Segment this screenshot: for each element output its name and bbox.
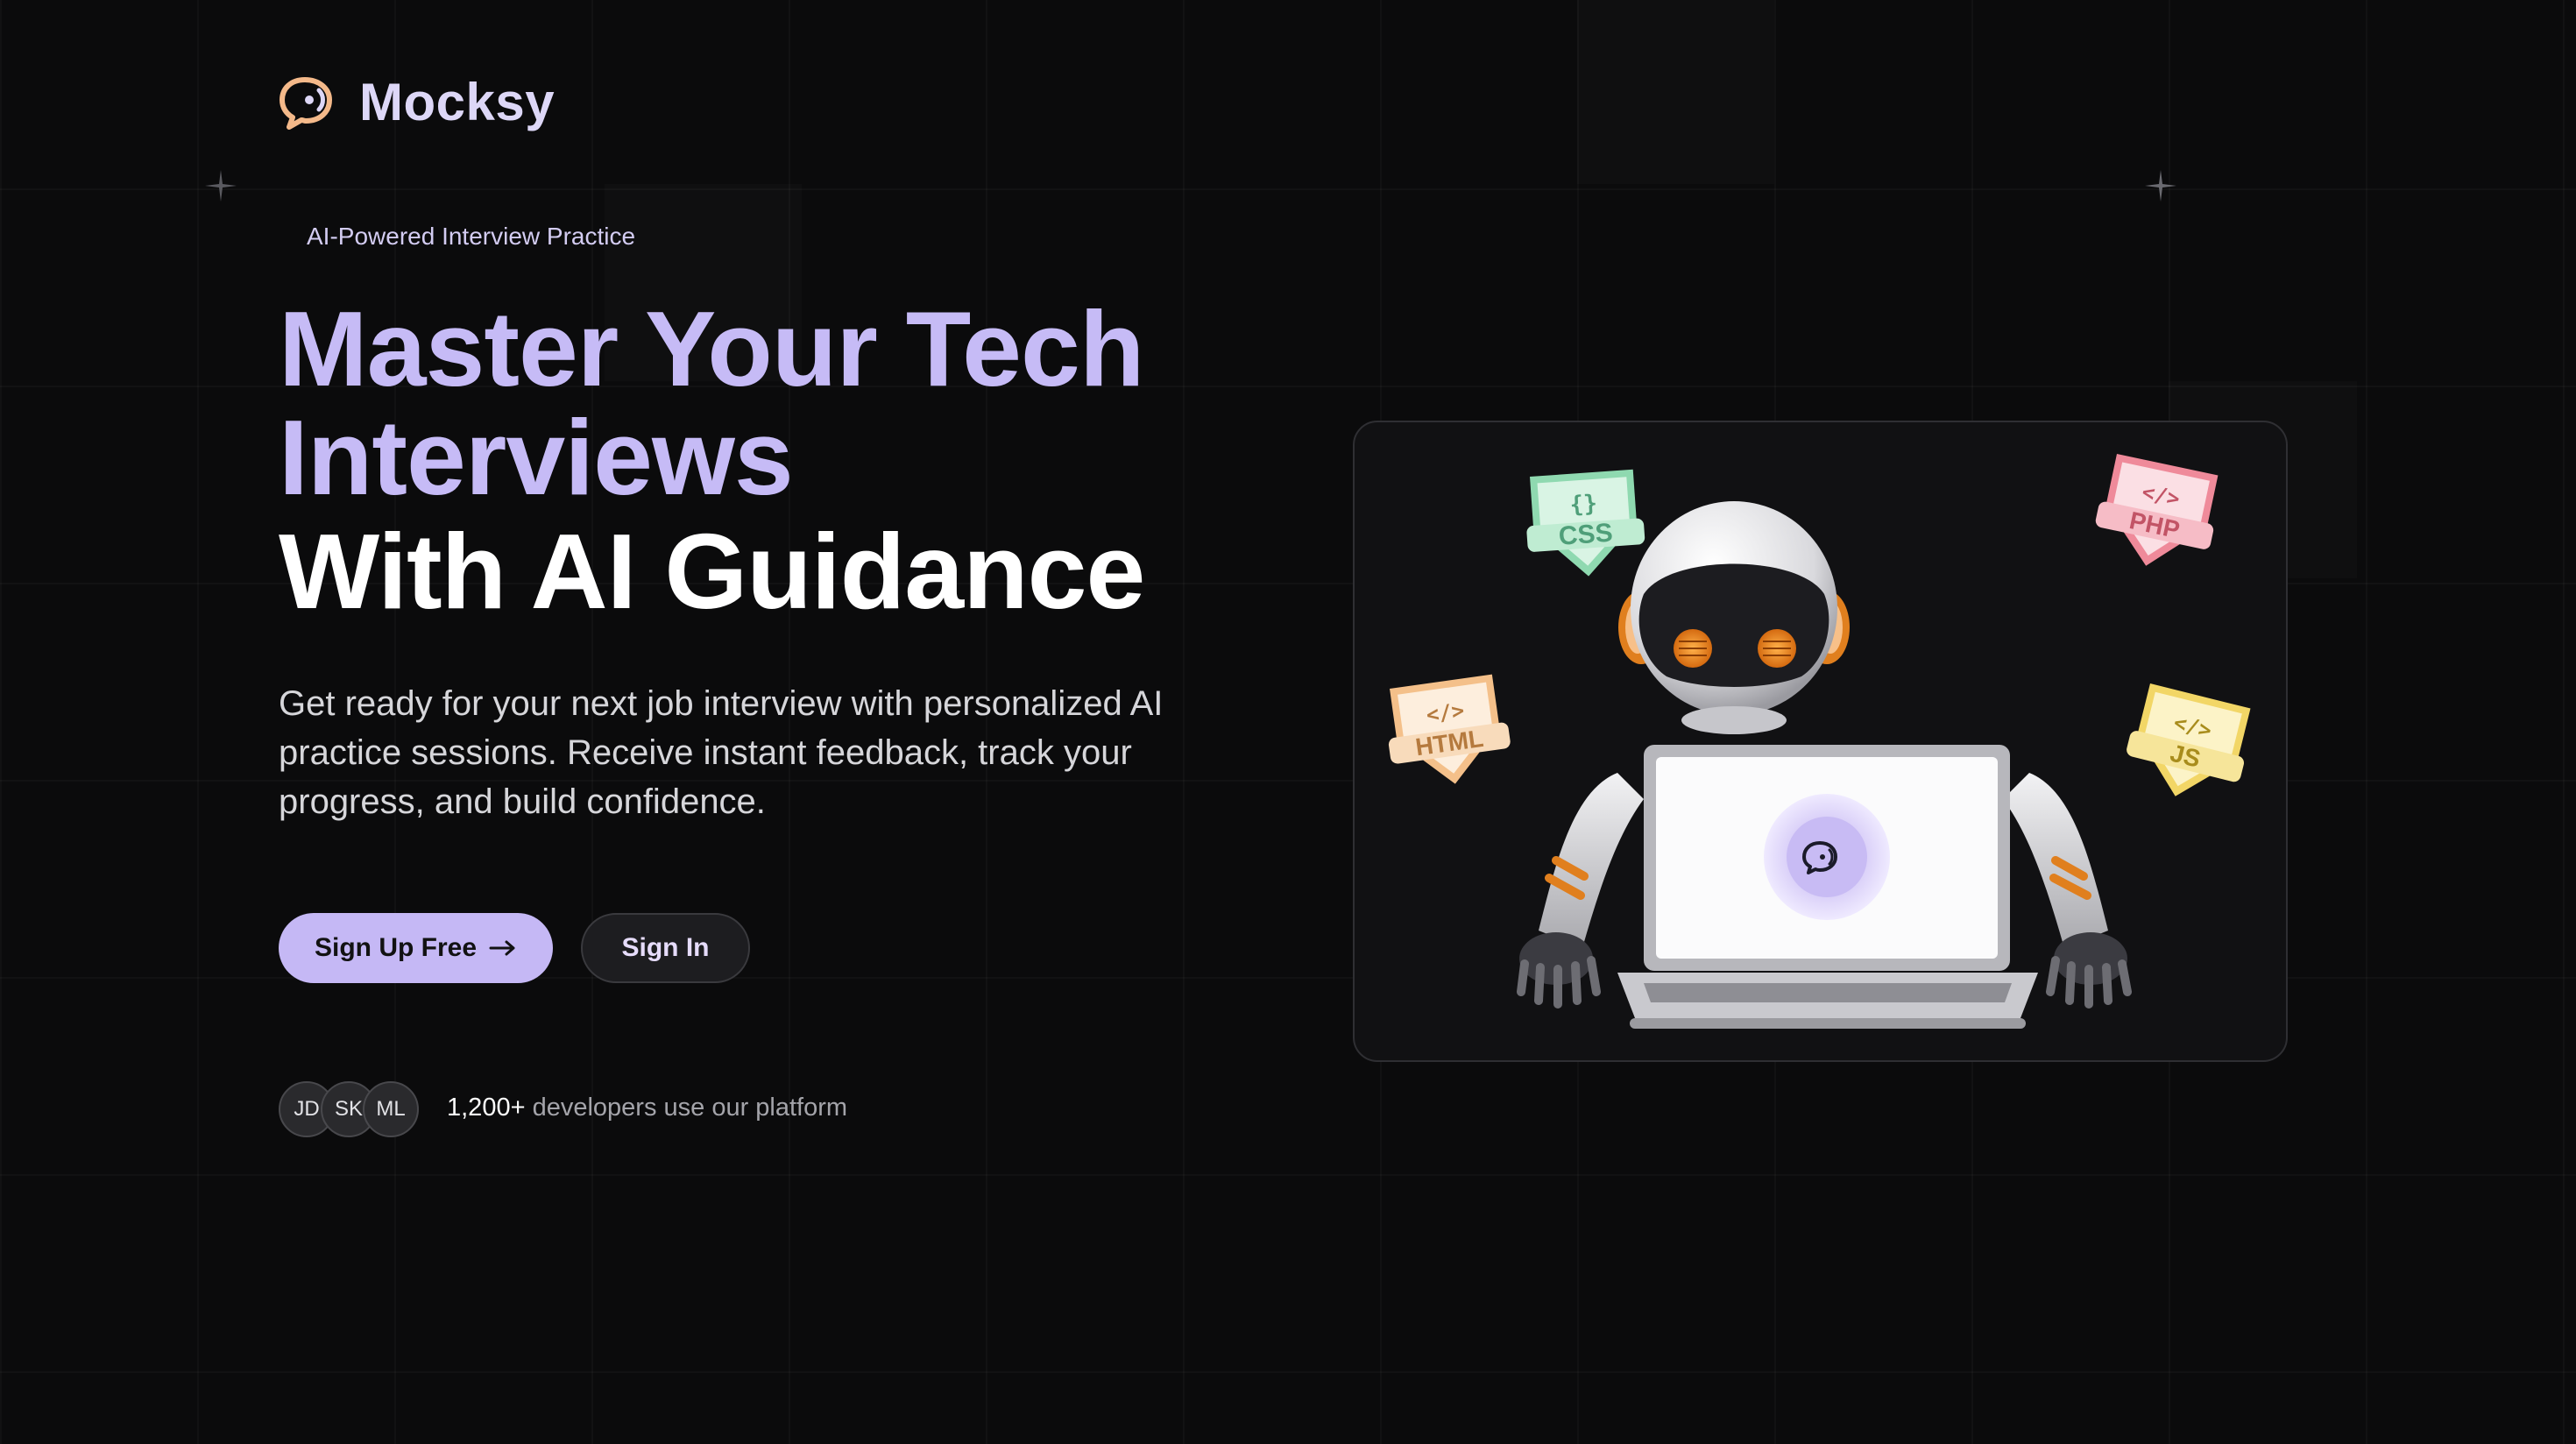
hero-title: Master Your Tech Interviews With AI Guid… bbox=[279, 289, 1145, 631]
hero-title-line3: With AI Guidance bbox=[279, 512, 1145, 631]
sign-in-button[interactable]: Sign In bbox=[581, 913, 750, 983]
robot-illustration: CSS {} PHP </> HTML </> JS </> bbox=[1388, 454, 2251, 1029]
laptop bbox=[1617, 745, 2038, 1029]
chat-bubble-icon bbox=[280, 76, 332, 130]
hero-title-line2: Interviews bbox=[279, 398, 794, 517]
css-badge-label: CSS bbox=[1558, 519, 1614, 551]
php-badge: PHP </> bbox=[2095, 454, 2219, 566]
brand-logo[interactable]: Mocksy bbox=[279, 72, 555, 132]
hero-tagline: AI-Powered Interview Practice bbox=[307, 223, 636, 250]
user-avatars: JD SK ML bbox=[279, 1081, 428, 1137]
sparkle-icon bbox=[205, 170, 237, 202]
svg-text:</>: </> bbox=[1425, 698, 1466, 728]
avatar: ML bbox=[363, 1081, 419, 1137]
background-tile bbox=[1577, 0, 1774, 184]
svg-text:{}: {} bbox=[1569, 491, 1598, 519]
arrow-right-icon bbox=[489, 940, 515, 956]
js-badge: JS </> bbox=[2127, 683, 2251, 796]
landing-page: Mocksy AI-Powered Interview Practice Mas… bbox=[0, 0, 2576, 1444]
html-badge: HTML </> bbox=[1388, 674, 1511, 784]
sign-up-button[interactable]: Sign Up Free bbox=[279, 913, 553, 983]
brand-name: Mocksy bbox=[359, 73, 556, 131]
social-proof-text: 1,200+ developers use our platform bbox=[447, 1094, 847, 1122]
sparkle-icon bbox=[2145, 170, 2176, 202]
css-badge: CSS {} bbox=[1526, 469, 1645, 577]
robot-head bbox=[1618, 501, 1850, 734]
sign-up-label: Sign Up Free bbox=[314, 933, 478, 962]
hero-title-line1: Master Your Tech bbox=[279, 289, 1144, 408]
sign-in-label: Sign In bbox=[621, 933, 710, 962]
hero-description: Get ready for your next job interview wi… bbox=[279, 684, 1164, 821]
hero-illustration-card: CSS {} PHP </> HTML </> JS </> bbox=[1353, 421, 2288, 1062]
developer-count: 1,200+ bbox=[447, 1094, 526, 1122]
social-proof-caption: developers use our platform bbox=[525, 1094, 848, 1122]
